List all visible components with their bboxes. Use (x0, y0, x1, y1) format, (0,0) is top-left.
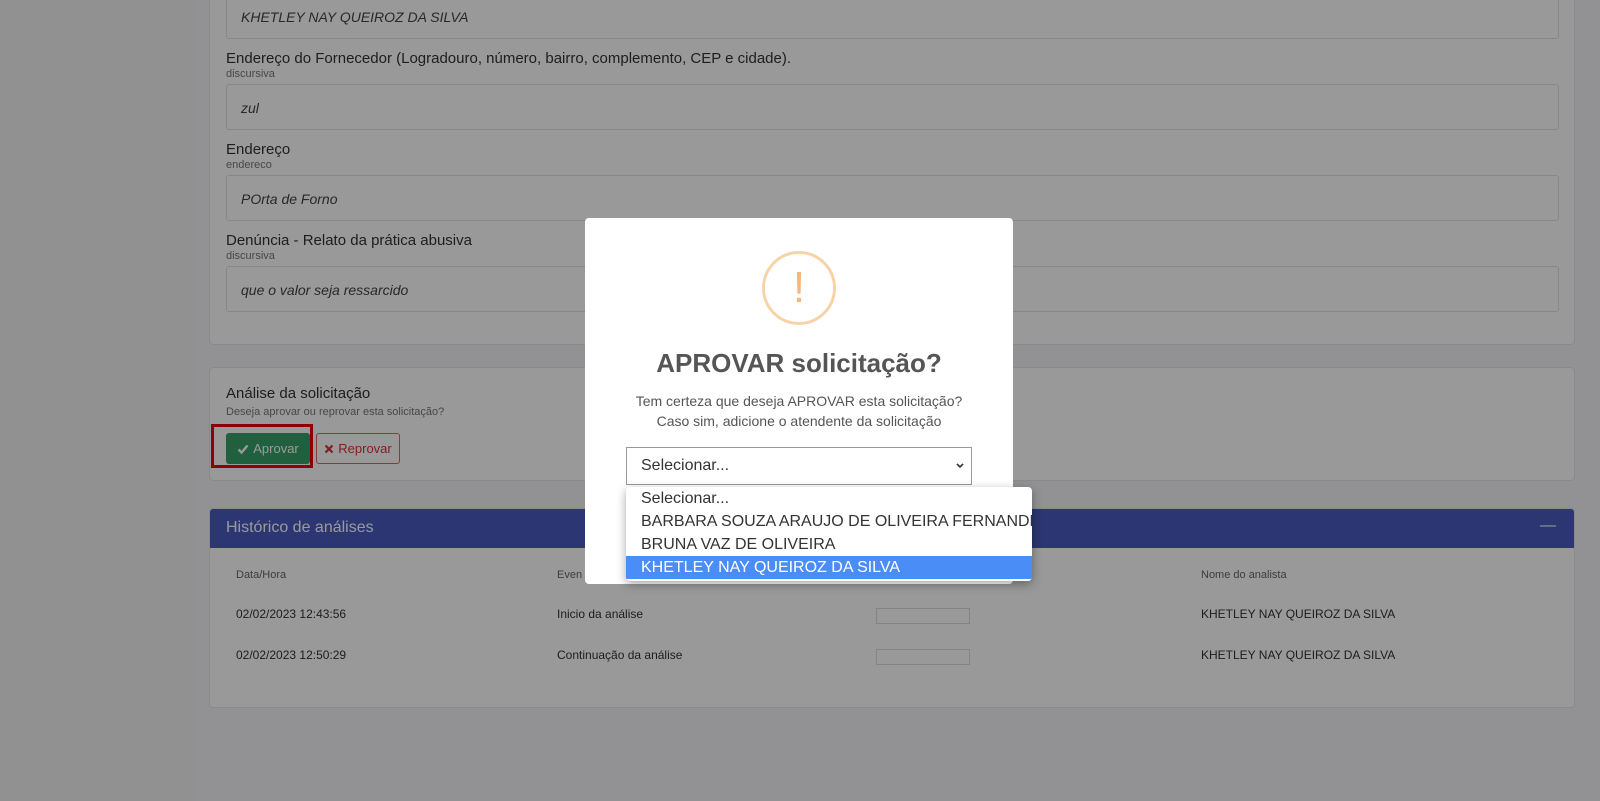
select-value: Selecionar... (641, 457, 730, 474)
attendant-select[interactable]: Selecionar... (626, 447, 972, 485)
dialog-title: APROVAR solicitação? (656, 348, 942, 378)
dropdown-option[interactable]: BRUNA VAZ DE OLIVEIRA (626, 533, 1032, 556)
dropdown-option[interactable]: BARBARA SOUZA ARAUJO DE OLIVEIRA FERNAND… (626, 510, 1032, 533)
dropdown-option-highlighted[interactable]: KHETLEY NAY QUEIROZ DA SILVA (626, 556, 1032, 579)
attendant-dropdown-list: Selecionar... BARBARA SOUZA ARAUJO DE OL… (626, 487, 1032, 581)
warning-icon: ! (762, 251, 836, 325)
dialog-message-line1: Tem certeza que deseja APROVAR esta soli… (635, 393, 963, 409)
dialog-message-line2: Caso sim, adicione o atendente da solici… (656, 413, 942, 429)
dialog-message: Tem certeza que deseja APROVAR esta soli… (585, 391, 1013, 431)
dropdown-option[interactable]: Selecionar... (626, 487, 1032, 510)
